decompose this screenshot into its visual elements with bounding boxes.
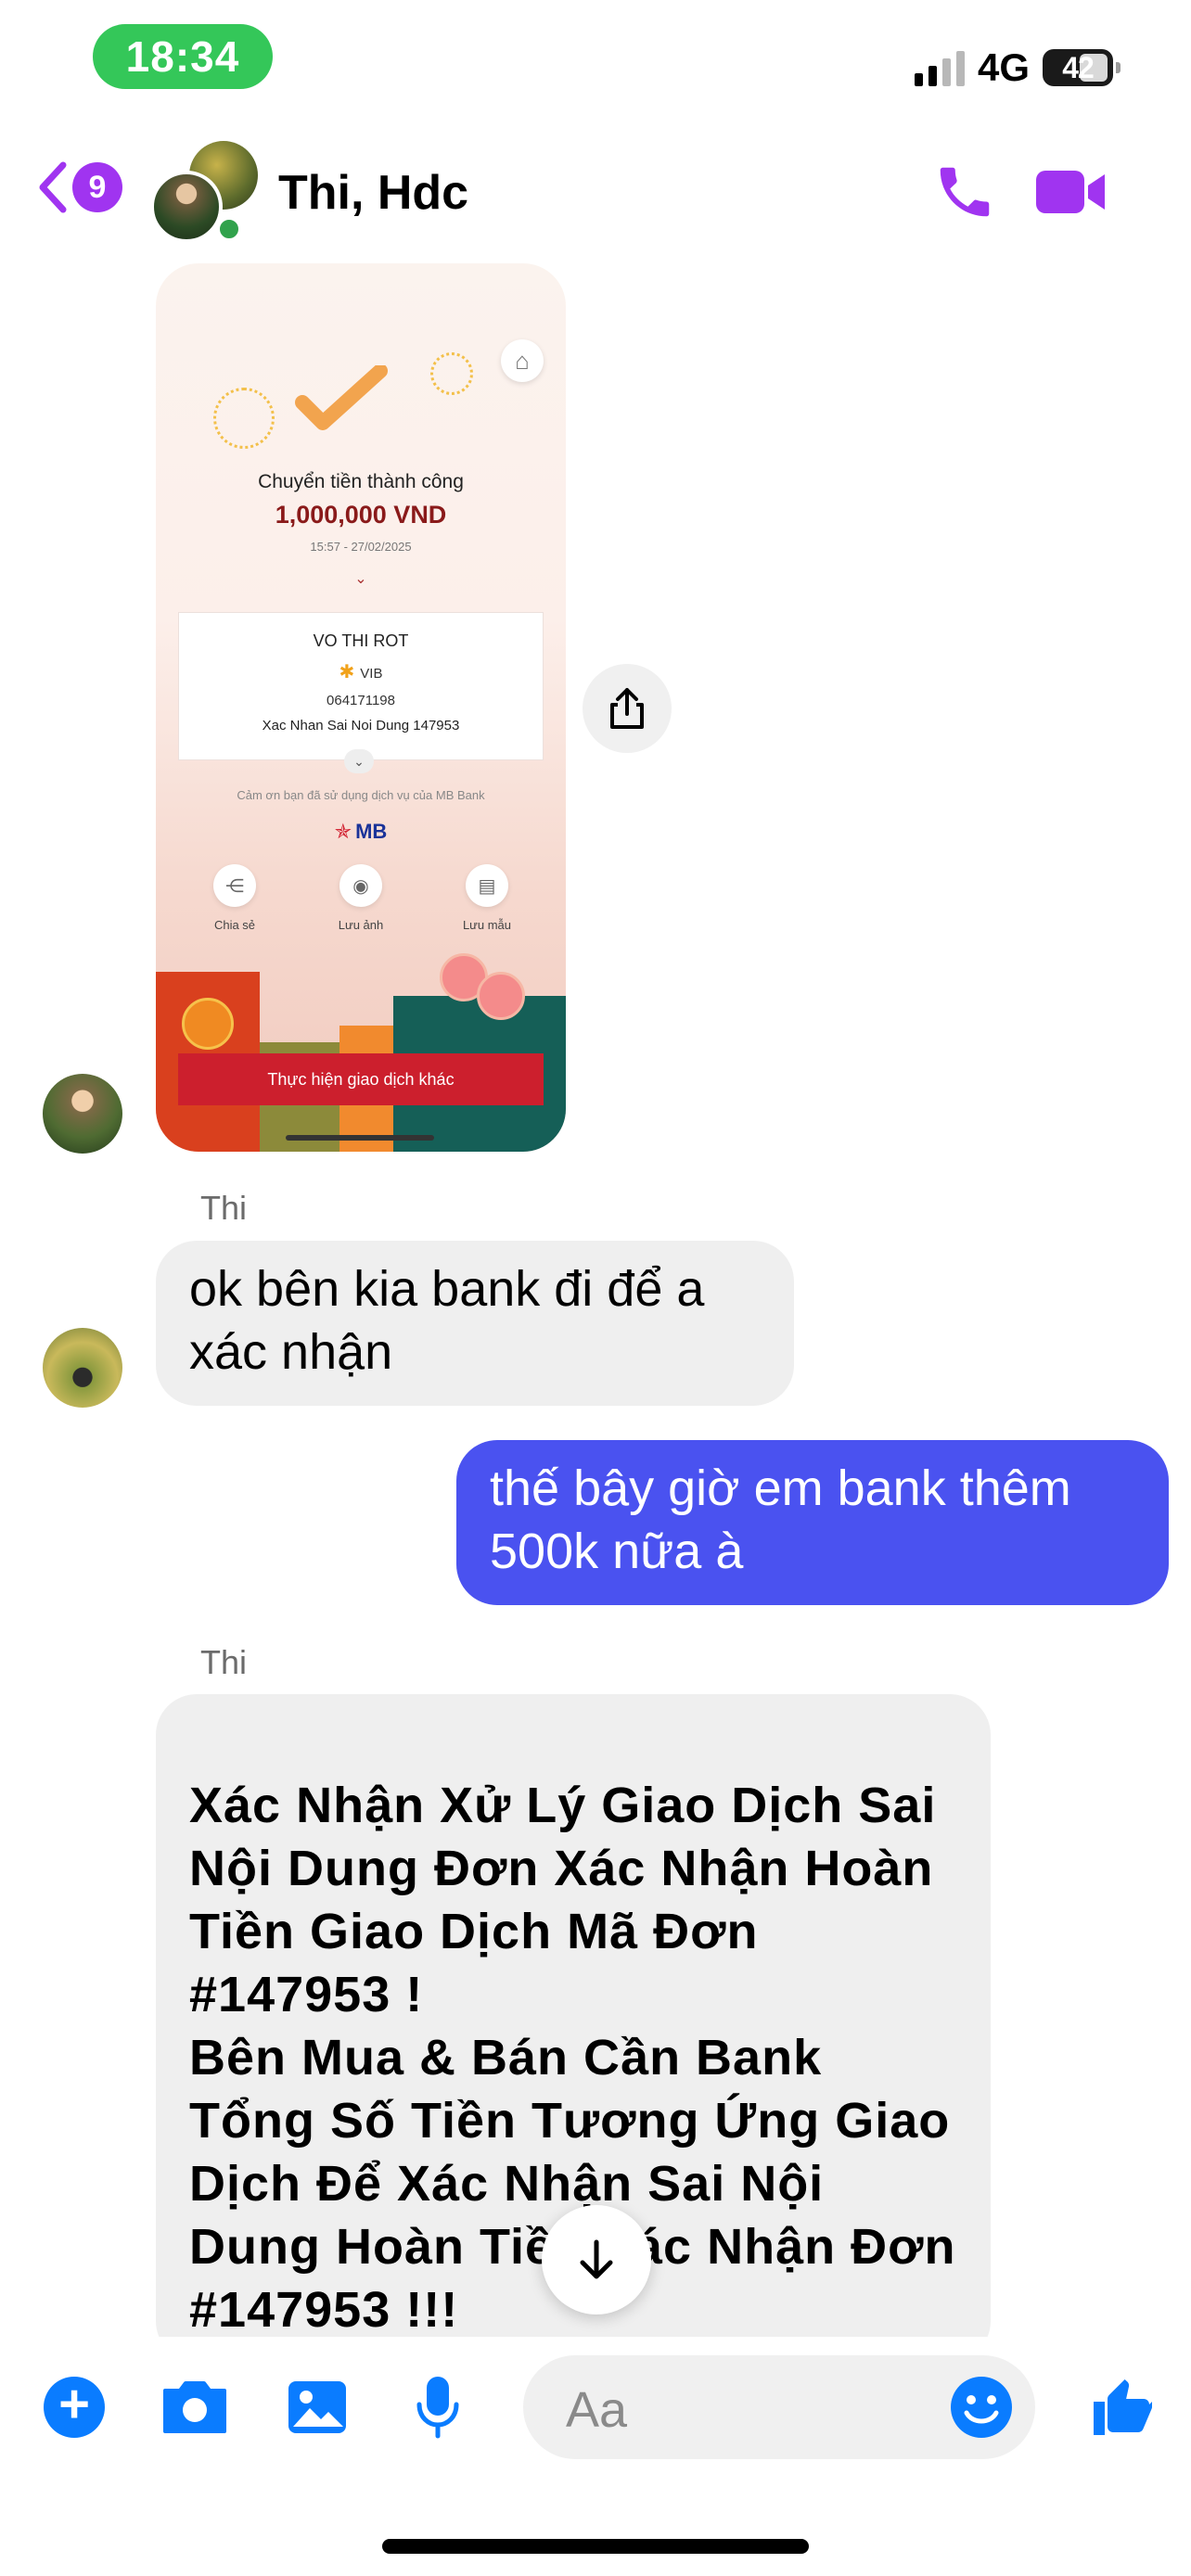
scroll-to-bottom-button[interactable] [542, 2205, 651, 2315]
chevron-down-icon: ⌄ [354, 571, 367, 587]
outgoing-message[interactable]: thế bây giờ em bank thêm 500k nữa à [456, 1440, 1169, 1605]
recipient-name: VO THI ROT [313, 631, 409, 650]
home-icon: ⌂ [501, 339, 544, 382]
firework-decoration [213, 388, 275, 449]
recipient-card: VO THI ROT ✱ VIB 064171198 Xac Nhan Sai N… [178, 612, 544, 760]
sender-avatar[interactable] [43, 1328, 122, 1408]
receipt-actions: ⋲ Chia sẻ ◉ Lưu ảnh ▤ Lưu mẫu [193, 864, 529, 932]
transfer-receipt-image[interactable]: ⌂ Chuyển tiền thành công 1,000,000 VND 1… [156, 263, 566, 1152]
new-transaction-button: Thực hiện giao dịch khác [178, 1053, 544, 1105]
mic-icon [416, 2377, 459, 2439]
sender-avatar[interactable] [43, 1074, 122, 1154]
recipient-account: 064171198 [327, 693, 395, 708]
video-call-button[interactable] [1034, 165, 1108, 219]
network-type: 4G [977, 45, 1030, 89]
sender-name: Thi [200, 1189, 248, 1227]
receipt-action-save-template: ▤ Lưu mẫu [445, 864, 529, 932]
home-indicator [382, 2539, 809, 2554]
like-button[interactable] [1080, 2370, 1163, 2444]
camera-icon [163, 2381, 226, 2433]
mb-bank-logo: ✯ MB [334, 820, 388, 843]
success-check-icon [295, 365, 388, 430]
receipt-thanks: Cảm ơn bạn đã sử dụng dịch vụ của MB Ban… [237, 788, 485, 802]
recipient-bank: ✱ VIB [339, 662, 383, 682]
vib-logo-icon: ✱ [339, 662, 355, 682]
image-icon [288, 2381, 346, 2433]
message-input-placeholder: Aa [566, 2382, 628, 2438]
voice-call-button[interactable] [932, 159, 997, 224]
receipt-datetime: 15:57 - 27/02/2025 [310, 540, 412, 554]
status-time: 18:34 [93, 24, 273, 89]
chat-header: 9 Thi, Hdc [0, 139, 1191, 250]
group-avatar[interactable] [147, 139, 258, 250]
online-status-dot [215, 215, 243, 243]
status-indicators: 4G 42 [914, 45, 1121, 91]
arrow-down-icon [580, 2239, 613, 2279]
receipt-home-indicator [286, 1135, 434, 1141]
chat-title[interactable]: Thi, Hdc [278, 165, 468, 221]
back-button[interactable]: 9 [35, 159, 122, 215]
phone-icon [940, 167, 990, 217]
flower-decoration [436, 950, 538, 1033]
gallery-button[interactable] [280, 2370, 354, 2444]
receipt-action-share: ⋲ Chia sẻ [193, 864, 276, 932]
coin-decoration [182, 998, 234, 1050]
receipt-amount: 1,000,000 VND [275, 501, 447, 529]
firework-decoration [430, 352, 473, 395]
camera-icon: ◉ [339, 864, 382, 907]
share-nodes-icon: ⋲ [213, 864, 256, 907]
video-icon [1036, 171, 1105, 213]
thumbs-up-icon [1094, 2379, 1152, 2435]
unread-count-badge: 9 [72, 162, 122, 212]
battery-level: 42 [1062, 50, 1095, 84]
receipt-title: Chuyển tiền thành công [258, 471, 464, 492]
back-chevron-icon [39, 161, 67, 213]
signal-icon [914, 49, 965, 86]
more-actions-button[interactable]: + [37, 2370, 111, 2444]
transfer-memo: Xac Nhan Sai Noi Dung 147953 [262, 718, 460, 733]
emoji-icon[interactable] [948, 2374, 1015, 2441]
incoming-message[interactable]: ok bên kia bank đi để a xác nhận [156, 1241, 794, 1406]
share-button[interactable] [583, 664, 672, 753]
receipt-action-save-image: ◉ Lưu ảnh [319, 864, 403, 932]
battery-icon: 42 [1043, 49, 1121, 86]
message-composer: + Aa [0, 2337, 1191, 2476]
plus-icon: + [44, 2377, 105, 2438]
camera-button[interactable] [158, 2370, 232, 2444]
share-icon [610, 688, 644, 729]
expand-chevron-icon: ⌄ [344, 749, 374, 773]
document-icon: ▤ [466, 864, 508, 907]
message-input[interactable]: Aa [523, 2355, 1035, 2459]
voice-message-button[interactable] [401, 2370, 475, 2444]
sender-name: Thi [200, 1643, 248, 1681]
